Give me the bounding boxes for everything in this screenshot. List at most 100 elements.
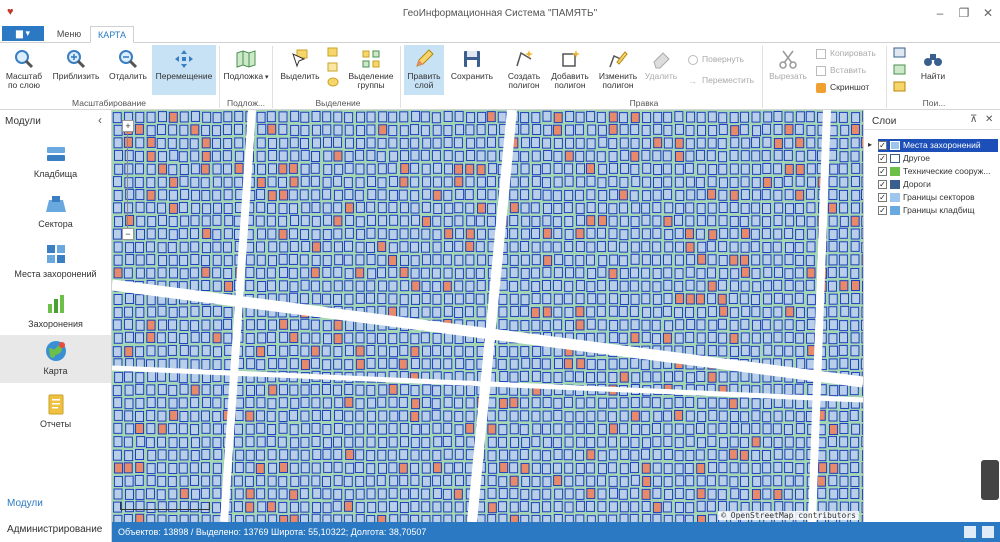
group-label-basemap: Подлож... [226,98,266,108]
zoom-in-button[interactable]: Приблизить [50,45,102,97]
rotate-icon [688,54,698,65]
layer-item-burial-places[interactable]: ✓ Места захоронений [878,139,998,152]
title-bar: ♥ ГеоИнформационная Система "ПАМЯТЬ" – ❐… [0,0,1000,26]
zoom-out-label: Отдалить [109,71,147,81]
layer-checkbox[interactable]: ✓ [878,206,887,216]
modify-polygon-button[interactable]: Изменить полигон [596,45,640,97]
layer-checkbox[interactable]: ✓ [878,141,887,151]
zoom-out-button[interactable]: Отдалить [106,45,150,97]
screenshot-button[interactable]: Скриншот [816,81,869,94]
sidebar-header: Модули [5,116,41,127]
tree-expand-arrow-icon[interactable]: ▸ [868,140,872,149]
layer-name: Места захоронений [903,140,981,150]
pan-arrows-icon [175,50,193,68]
save-button[interactable]: Сохранить [448,45,496,97]
sidebar-footer-modules[interactable]: Модули [7,498,43,509]
sidebar-item-burials[interactable]: Захоронения [0,288,111,336]
cemetery-map[interactable] [112,110,863,522]
sidebar-footer-admin[interactable]: Администрирование [7,524,102,535]
copy-button[interactable]: Копировать [816,47,876,60]
close-button[interactable]: ✕ [978,4,998,22]
polygon-layer-icon [890,141,900,151]
sidebar-item-label: Карта [43,366,68,376]
binoculars-icon [924,54,942,66]
search-mini-tools-icon[interactable] [893,47,907,95]
building-layer-icon [890,167,900,177]
globe-icon [45,341,66,361]
sidebar-item-label: Места захоронений [14,269,97,279]
layer-checkbox[interactable]: ✓ [878,154,887,164]
add-polygon-button[interactable]: Добавить полигон [548,45,592,97]
group-label-edit: Правка [629,98,659,108]
rotate-button[interactable]: Повернуть [688,53,744,66]
layers-panel-title: Слои [872,116,897,127]
selection-mini-tools-icon[interactable] [326,47,340,89]
sidebar-item-sectors[interactable]: Сектора [0,188,111,236]
layer-item-technical[interactable]: ✓ Технические сооруж... [878,165,1000,178]
fit-layer-button[interactable]: Масштаб по слою [2,45,46,97]
layer-checkbox[interactable]: ✓ [878,193,887,203]
map-canvas[interactable]: + − © OpenStreetMap contributors [112,110,863,522]
create-polygon-button[interactable]: Создать полигон [502,45,546,97]
sidebar-item-label: Сектора [38,219,73,229]
group-separator [886,46,887,108]
select-button[interactable]: Выделить [278,45,322,97]
panel-close-button[interactable]: ✕ [985,114,993,125]
layer-item-cemetery-borders[interactable]: ✓ Границы кладбищ [878,204,1000,217]
group-label-search: Пои... [922,98,946,108]
minimize-button[interactable]: – [930,4,950,22]
pin-icon[interactable]: ⊼ [970,114,977,125]
find-button[interactable]: Найти [914,45,952,97]
other-layer-icon [890,154,900,164]
tab-map[interactable]: КАРТА [90,26,134,43]
move-button[interactable]: → Переместить [688,74,754,87]
create-polygon-label: Создать полигон [507,71,541,90]
sector-border-layer-icon [890,193,900,203]
screenshot-label: Скриншот [830,82,870,92]
eraser-icon [653,52,670,69]
edit-layer-label: Править слой [407,71,441,90]
zoom-slider[interactable] [127,132,128,228]
sidebar-item-map[interactable]: Карта [0,335,111,383]
layer-item-roads[interactable]: ✓ Дороги [878,178,1000,191]
layer-checkbox[interactable]: ✓ [878,167,887,177]
group-separator [272,46,273,108]
delete-button[interactable]: Удалить [642,45,680,97]
basemap-button[interactable]: Подложка ▾ [222,45,270,97]
layer-item-sector-borders[interactable]: ✓ Границы секторов [878,191,1000,204]
sidebar-collapse-chevron-icon[interactable]: ‹ [98,113,102,127]
tab-menu[interactable]: Меню [50,26,88,43]
layer-name: Границы секторов [903,192,975,202]
maximize-button[interactable]: ❐ [954,4,974,22]
app-menu-button[interactable]: ▆ ▾ [2,26,44,41]
copy-icon [816,48,826,59]
fit-layer-icon [15,50,34,69]
status-view-icon[interactable] [964,526,976,538]
cut-button[interactable]: Вырезать [766,45,810,97]
add-polygon-label: Добавить полигон [551,71,589,90]
select-group-button[interactable]: Выделение группы [346,45,396,97]
sidebar-item-cemeteries[interactable]: Кладбища [0,138,111,186]
edit-layer-button[interactable]: Править слой [404,45,444,95]
zoom-plus-button[interactable]: + [122,120,134,132]
panel-side-grip[interactable] [981,460,999,500]
layer-item-other[interactable]: ✓ Другое [878,152,1000,165]
status-layout-icon[interactable] [982,526,994,538]
sidebar-item-burial-places[interactable]: Места захоронений [0,238,111,286]
select-label: Выделить [280,71,320,81]
create-polygon-icon [516,50,533,67]
sidebar-item-reports[interactable]: Отчеты [0,388,111,436]
zoom-minus-button[interactable]: − [122,228,134,240]
layer-checkbox[interactable]: ✓ [878,180,887,190]
map-icon [236,50,256,68]
ribbon: Масштаб по слою Приблизить Отдалить Пере… [0,43,1000,110]
layer-name: Границы кладбищ [903,205,975,215]
move-arrow-icon: → [688,75,697,86]
group-separator [219,46,220,108]
zoom-control: + − [122,120,134,240]
paste-button[interactable]: Вставить [816,64,866,77]
pan-button[interactable]: Перемещение [152,45,216,95]
group-label-scale: Масштабирование [72,98,146,108]
select-group-label: Выделение группы [348,71,394,90]
cemetery-border-layer-icon [890,206,900,216]
